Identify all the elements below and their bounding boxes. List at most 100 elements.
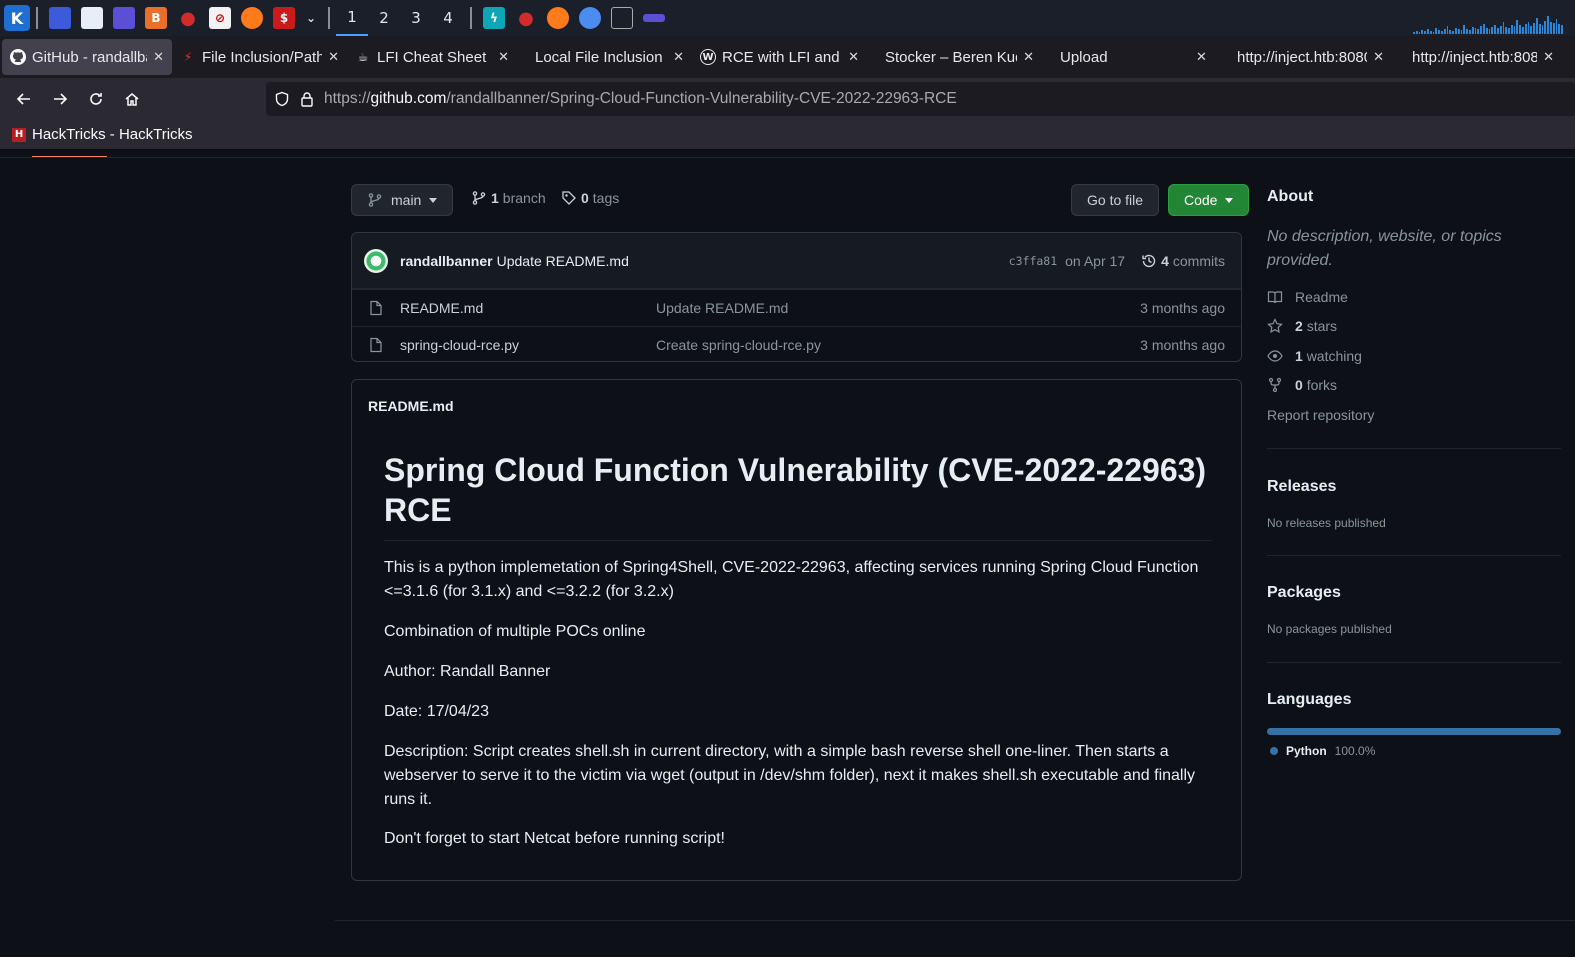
stars-word: stars [1306,318,1338,334]
close-icon[interactable]: ✕ [848,49,859,65]
tab-inject-2[interactable]: http://inject.htb:8080/ ✕ [1392,39,1562,75]
workspace-1[interactable]: 1 [336,0,368,36]
cpu-graph-bar [1538,24,1541,34]
tab-upload[interactable]: Upload ✕ [1042,39,1217,75]
watching-count: 1 [1295,348,1303,364]
shell-icon[interactable]: ϟ [483,7,505,29]
readme-header[interactable]: README.md [368,398,454,414]
file-row[interactable]: README.md Update README.md 3 months ago [352,289,1241,326]
close-icon[interactable]: ✕ [498,49,509,65]
navigation-toolbar: https://github.com/randallbanner/Spring-… [0,78,1575,120]
cpu-graph-bar [1471,27,1474,34]
close-icon[interactable]: ✕ [153,49,164,65]
home-button[interactable] [114,81,150,117]
cpu-graph-bar [1536,18,1538,34]
forks-link[interactable]: 0 forks [1267,377,1337,393]
commit-author[interactable]: randallbanner [400,253,493,269]
tags-link[interactable]: 0 tags [561,190,619,206]
terminal-icon-2[interactable] [611,7,633,29]
cpu-graph-bar [1499,26,1502,34]
cpu-graph-bar [1555,19,1558,34]
sidebar-divider [1267,448,1561,449]
chevron-down-icon[interactable]: ⌄ [305,7,317,29]
forward-button[interactable] [42,81,78,117]
shield-icon[interactable] [274,91,290,107]
firefox-icon[interactable] [241,7,263,29]
report-repository-link[interactable]: Report repository [1267,407,1374,423]
file-commit-message[interactable]: Create spring-cloud-rce.py [656,337,1140,353]
workspace-2[interactable]: 2 [368,0,400,36]
reload-button[interactable] [78,81,114,117]
cpu-graph-bar [1491,27,1494,34]
workspace-4[interactable]: 4 [432,0,464,36]
about-heading: About [1267,188,1314,205]
bookmark-hacktricks[interactable]: HackTricks - HackTricks [32,126,193,143]
branches-link[interactable]: 1 branch [471,190,546,206]
close-icon[interactable]: ✕ [1196,49,1207,65]
tab-title: Upload [1060,48,1108,66]
stars-count: 2 [1295,318,1303,334]
terminal-root-icon[interactable]: $ [273,7,295,29]
url-bar[interactable]: https://github.com/randallbanner/Spring-… [266,82,1575,116]
tab-local-file-inclusion[interactable]: Local File Inclusion · T ✕ [517,39,692,75]
kali-menu-icon[interactable]: K [4,5,30,31]
firefox-icon-2[interactable] [547,7,569,29]
document-icon[interactable]: ⊘ [209,7,231,29]
tab-file-inclusion[interactable]: ⚡ File Inclusion/Path traversal ✕ [172,39,347,75]
watchers-link[interactable]: 1 watching [1267,348,1362,364]
window-icon[interactable] [643,14,665,22]
language-item-python[interactable]: Python 100.0% [1270,744,1375,758]
packages-heading[interactable]: Packages [1267,584,1341,602]
workspace-3[interactable]: 3 [400,0,432,36]
tab-github[interactable]: GitHub - randallbanner ✕ [2,39,172,75]
commit-message[interactable]: Update README.md [497,253,629,269]
file-name[interactable]: spring-cloud-rce.py [400,337,656,353]
arrow-left-icon [16,93,30,105]
avatar[interactable] [364,248,388,273]
close-icon[interactable]: ✕ [1023,49,1034,65]
file-name[interactable]: README.md [400,300,656,316]
url-path: /randallbanner/Spring-Cloud-Function-Vul… [446,90,957,107]
cpu-graph-bar [1488,29,1491,34]
lock-icon[interactable] [300,91,314,107]
releases-empty-text: No releases published [1267,516,1386,530]
releases-heading[interactable]: Releases [1267,478,1336,496]
close-icon[interactable]: ✕ [328,49,339,65]
branch-selector[interactable]: main [351,184,454,216]
caret-down-icon [429,197,438,203]
desktop-icon[interactable] [49,7,71,29]
cherrytree-icon[interactable]: ● [177,7,199,29]
tab-rce-lfi-ssh[interactable]: W RCE with LFI and SSH ✕ [692,39,867,75]
cpu-graph-bar [1477,29,1480,34]
go-to-file-button[interactable]: Go to file [1071,184,1160,216]
tab-stocker[interactable]: Stocker – Beren Kuday ✕ [867,39,1042,75]
cherrytree-icon-2[interactable]: ● [515,7,537,29]
browser-tab-strip: GitHub - randallbanner ✕ ⚡ File Inclusio… [0,36,1575,78]
close-icon[interactable]: ✕ [673,49,684,65]
file-manager-icon[interactable] [81,7,103,29]
tab-lfi-cheat-sheet[interactable]: ☕ LFI Cheat Sheet ✕ [347,39,517,75]
cpu-graph-bar [1440,31,1443,34]
cpu-graph-bar [1502,22,1505,34]
commits-link[interactable]: 4 commits [1141,253,1225,269]
chromium-icon[interactable] [579,7,601,29]
code-button[interactable]: Code [1168,184,1250,216]
cpu-graph-bar [1452,31,1454,34]
commit-sha[interactable]: c3ffa81 [1009,254,1057,268]
cpu-graph-bar [1463,25,1466,34]
close-icon[interactable]: ✕ [1543,49,1554,65]
stars-link[interactable]: 2 stars [1267,318,1337,334]
commit-date[interactable]: on Apr 17 [1065,253,1125,269]
tab-inject-1[interactable]: http://inject.htb:8080/ ✕ [1217,39,1392,75]
readme-link[interactable]: Readme [1267,289,1348,305]
tab-title: http://inject.htb:8080/ [1412,48,1538,66]
back-button[interactable] [6,81,42,117]
burpsuite-icon[interactable]: B [145,7,167,29]
code-button-label: Code [1184,192,1218,208]
file-row[interactable]: spring-cloud-rce.py Create spring-cloud-… [352,326,1241,361]
terminal-icon[interactable] [113,7,135,29]
readme-paragraph: This is a python implemetation of Spring… [384,559,1199,600]
tab-title: Stocker – Beren Kuday [885,48,1017,66]
close-icon[interactable]: ✕ [1373,49,1384,65]
file-commit-message[interactable]: Update README.md [656,300,1140,316]
